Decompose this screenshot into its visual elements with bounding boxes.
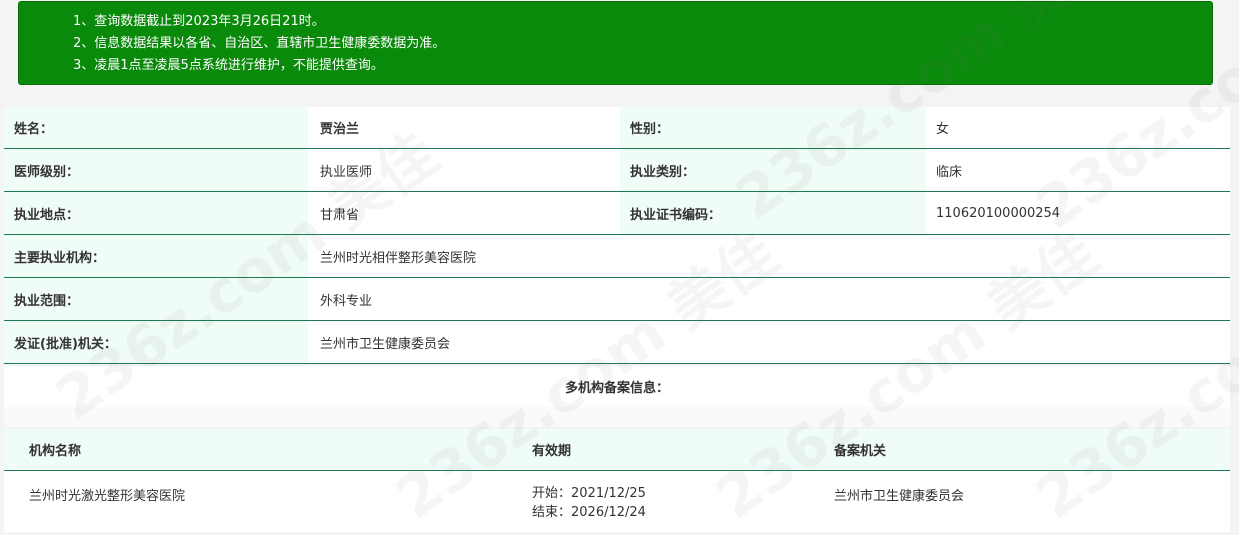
multi-institution-table: 机构名称 有效期 备案机关 兰州时光激光整形美容医院 开始：2021/12/25… <box>4 429 1230 532</box>
scope-value: 外科专业 <box>308 278 1230 320</box>
level-value: 执业医师 <box>308 149 620 191</box>
doctor-info-table: 姓名： 贾治兰 性别： 女 医师级别： 执业医师 执业类别： 临床 执业地点： … <box>4 107 1230 364</box>
scope-label: 执业范围： <box>4 278 308 320</box>
gender-label: 性别： <box>620 107 926 148</box>
notice-line: 3、凌晨1点至凌晨5点系统进行维护，不能提供查询。 <box>73 58 384 73</box>
info-row: 执业范围： 外科专业 <box>4 278 1230 321</box>
notice-line: 2、信息数据结果以各省、自治区、直辖市卫生健康委数据为准。 <box>73 36 446 51</box>
spacer <box>4 407 1230 427</box>
category-label: 执业类别： <box>620 149 926 191</box>
info-row: 主要执业机构： 兰州时光相伴整形美容医院 <box>4 235 1230 278</box>
info-row: 姓名： 贾治兰 性别： 女 <box>4 107 1230 149</box>
notice-banner: 1、查询数据截止到2023年3月26日21时。 2、信息数据结果以各省、自治区、… <box>18 1 1213 85</box>
header-authority: 备案机关 <box>834 444 887 459</box>
validity-end: 结束：2026/12/24 <box>532 505 646 520</box>
notice-line: 1、查询数据截止到2023年3月26日21时。 <box>73 14 325 29</box>
institution-value: 兰州时光相伴整形美容医院 <box>308 235 1230 277</box>
header-institution-name: 机构名称 <box>29 444 82 459</box>
name-value: 贾治兰 <box>308 107 620 148</box>
location-value: 甘肃省 <box>308 192 620 234</box>
table-row: 兰州时光激光整形美容医院 开始：2021/12/25 结束：2026/12/24… <box>4 471 1230 532</box>
row-authority: 兰州市卫生健康委员会 <box>834 489 965 504</box>
institution-label: 主要执业机构： <box>4 235 308 277</box>
info-row: 医师级别： 执业医师 执业类别： 临床 <box>4 149 1230 192</box>
multi-institution-title: 多机构备案信息： <box>4 366 1230 407</box>
info-row: 发证(批准)机关： 兰州市卫生健康委员会 <box>4 321 1230 364</box>
validity-start: 开始：2021/12/25 <box>532 486 646 501</box>
table-header: 机构名称 有效期 备案机关 <box>4 429 1230 471</box>
cert-value: 110620100000254 <box>926 192 1230 234</box>
location-label: 执业地点： <box>4 192 308 234</box>
row-institution-name: 兰州时光激光整形美容医院 <box>29 489 186 504</box>
level-label: 医师级别： <box>4 149 308 191</box>
issuer-value: 兰州市卫生健康委员会 <box>308 321 1230 363</box>
header-validity: 有效期 <box>532 444 572 459</box>
issuer-label: 发证(批准)机关： <box>4 321 308 363</box>
name-label: 姓名： <box>4 107 308 148</box>
category-value: 临床 <box>926 149 1230 191</box>
cert-label: 执业证书编码： <box>620 192 926 234</box>
gender-value: 女 <box>926 107 1230 148</box>
row-validity: 开始：2021/12/25 结束：2026/12/24 <box>532 471 834 532</box>
info-row: 执业地点： 甘肃省 执业证书编码： 110620100000254 <box>4 192 1230 235</box>
